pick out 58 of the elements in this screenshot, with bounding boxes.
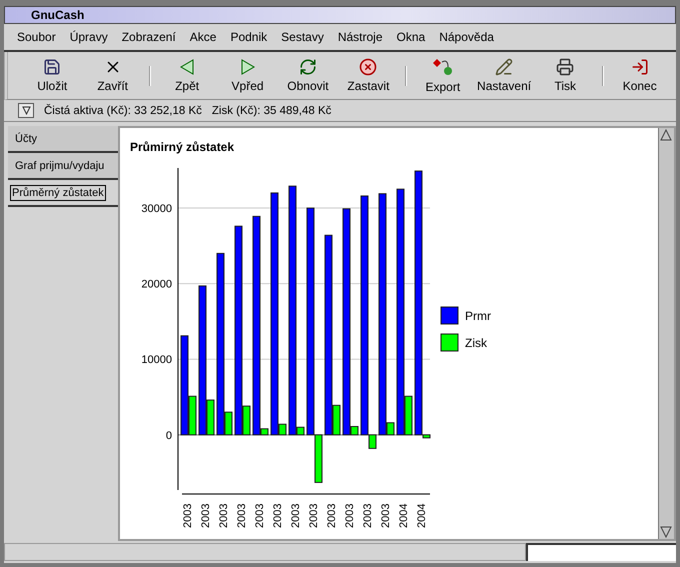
toolbar-button[interactable]: Konec (610, 56, 670, 95)
summary-text: Zisk (Kč): 35 489,48 Kč (212, 104, 332, 116)
toolbar-button[interactable]: Nastavení (473, 56, 536, 95)
x-tick-label: 2003 (380, 504, 392, 528)
menu-item[interactable]: Úpravy (62, 30, 115, 44)
report-title: Průmirný zůstatek (130, 140, 236, 154)
menu-item[interactable]: Soubor (10, 30, 63, 44)
toolbar-button[interactable]: Zpět (156, 56, 218, 95)
menu-item[interactable]: Okna (390, 30, 432, 44)
x-tick-label: 2004 (416, 504, 428, 528)
x-tick-label: 2003 (182, 504, 194, 528)
y-tick-label: 0 (166, 430, 172, 442)
menu-item[interactable]: Nápověda (432, 30, 501, 44)
x-tick-label: 2003 (290, 504, 302, 528)
toolbar-button[interactable]: Zastavit (338, 56, 399, 95)
pencil-icon (495, 58, 514, 76)
menu-item[interactable]: Sestavy (274, 30, 331, 44)
legend-label: Zisk (465, 336, 487, 350)
toolbar-button[interactable]: Zavřít (82, 56, 143, 95)
stop-icon (359, 58, 378, 76)
x-tick-label: 2003 (326, 504, 338, 528)
window-title: GnuCash (31, 8, 84, 22)
toolbar-button[interactable]: Vpřed (217, 56, 278, 95)
x-tick-label: 2003 (200, 504, 212, 528)
export-icon (432, 57, 454, 77)
x-tick-label: 2003 (362, 504, 374, 528)
x-tick-label: 2004 (398, 504, 410, 528)
expand-button[interactable] (18, 103, 34, 118)
right-triangle-icon (238, 58, 257, 76)
x-tick-label: 2003 (308, 504, 320, 528)
toolbar-button[interactable]: Uložit (22, 56, 82, 95)
y-tick-label: 30000 (141, 203, 172, 216)
toolbar-button[interactable]: Tisk (535, 56, 596, 95)
printer-icon (556, 58, 574, 76)
x-tick-label: 2003 (254, 504, 266, 528)
tab[interactable]: Účty (8, 126, 118, 153)
triangle-icon (22, 106, 30, 115)
y-tick-label: 20000 (141, 278, 172, 291)
menu-item[interactable]: Nástroje (330, 30, 390, 44)
y-tick-label: 10000 (141, 354, 172, 366)
menu-item[interactable]: Zobrazení (114, 30, 183, 44)
exit-door-icon (630, 58, 649, 76)
up-arrow-icon (659, 128, 673, 142)
toolbar-button[interactable]: Obnovit (278, 56, 338, 95)
left-triangle-icon (178, 58, 196, 76)
x-tick-label: 2003 (272, 504, 284, 528)
toolbar-button[interactable]: Export (412, 55, 474, 96)
x-tick-label: 2003 (236, 504, 248, 528)
x-tick-label: 2003 (218, 504, 230, 528)
refresh-icon (298, 58, 317, 76)
summary-text: Čistá aktiva (Kč): 33 252,18 Kč (44, 104, 202, 116)
menu-item[interactable]: Akce (182, 30, 224, 44)
legend-label: Prmr (465, 309, 491, 323)
menu-item[interactable]: Podnik (223, 30, 274, 44)
scrollbar[interactable] (658, 128, 674, 539)
tab[interactable]: Graf prijmu/vydaju (8, 153, 118, 180)
x-tick-label: 2003 (344, 504, 356, 528)
down-arrow-icon (659, 525, 673, 539)
